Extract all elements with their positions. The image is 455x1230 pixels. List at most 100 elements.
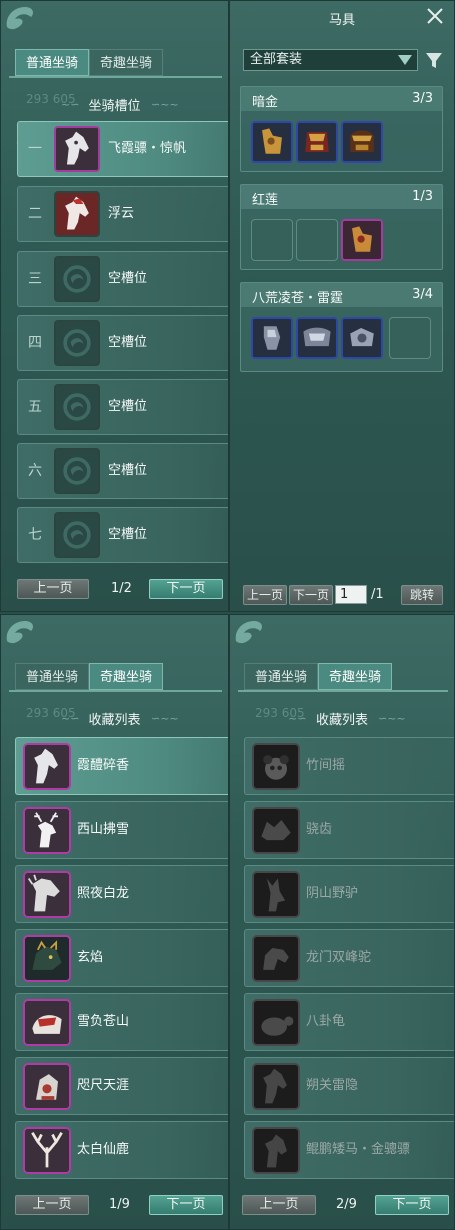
silver-armor-icon[interactable] — [251, 317, 293, 359]
wolf-icon — [252, 807, 300, 854]
silver-bridle-icon[interactable] — [341, 317, 383, 359]
empty-slot-icon — [54, 448, 100, 494]
collection-item[interactable]: 太白仙鹿 — [15, 1121, 228, 1179]
empty-gear-slot[interactable] — [389, 317, 431, 359]
mount-slot-4[interactable]: 四 空槽位 — [17, 315, 228, 371]
prev-page-button[interactable]: 上一页 — [243, 585, 287, 605]
golden-saddle-icon[interactable] — [341, 121, 383, 163]
collection-item[interactable]: 霞醴碎香 — [15, 737, 228, 795]
collection-item[interactable]: 阴山野驴 — [244, 865, 454, 923]
set-count: 1/3 — [412, 189, 433, 204]
slot-index: 二 — [28, 206, 42, 222]
tab-fun-mounts[interactable]: 奇趣坐骑 — [318, 663, 393, 690]
antler-icon — [23, 1127, 71, 1174]
mount-slot-5[interactable]: 五 空槽位 — [17, 379, 228, 435]
harness-set-anjin: 暗金 3/3 — [240, 86, 443, 172]
harness-set-bahuang: 八荒凌苍・雷霆 3/4 — [240, 282, 443, 372]
slot-mount-name: 空槽位 — [108, 271, 148, 286]
collection-item[interactable]: 龙门双峰驼 — [244, 929, 454, 987]
close-icon[interactable] — [424, 5, 446, 27]
section-title: 坐骑槽位 — [88, 99, 141, 114]
mount-slot-6[interactable]: 六 空槽位 — [17, 443, 228, 499]
mount-name: 朔关雷隐 — [306, 1078, 359, 1093]
empty-gear-slot[interactable] — [296, 219, 338, 261]
empty-gear-slot[interactable] — [251, 219, 293, 261]
set-filter-select[interactable]: 全部套装 — [243, 49, 418, 71]
collection-item[interactable]: 朔关雷隐 — [244, 1057, 454, 1115]
mount-slot-2[interactable]: 二 浮云 — [17, 186, 228, 242]
white-horse-icon — [54, 126, 100, 172]
empty-slot-icon — [54, 320, 100, 366]
page-number-input[interactable]: 1 — [335, 585, 367, 604]
slot-mount-name: 浮云 — [108, 206, 135, 221]
section-title: 收藏列表 — [315, 713, 368, 728]
slot-mount-name: 空槽位 — [108, 463, 148, 478]
prev-page-button[interactable]: 上一页 — [242, 1195, 316, 1215]
slot-index: 一 — [28, 141, 42, 157]
collection-item[interactable]: 竹间摇 — [244, 737, 454, 795]
tab-normal-mounts[interactable]: 普通坐骑 — [15, 49, 90, 76]
page-indicator: 1/2 — [111, 581, 132, 596]
mount-slot-panel: 普通坐骑 奇趣坐骑 293 605 ~∽ 坐骑槽位 ∽~~ 一 飞霞骠・惊帆 二… — [0, 0, 229, 612]
next-page-button[interactable]: 下一页 — [289, 585, 333, 605]
mount-slot-3[interactable]: 三 空槽位 — [17, 251, 228, 307]
swirl-ornament-icon: ∽~~ — [151, 712, 179, 725]
camel-icon — [252, 935, 300, 982]
jump-button[interactable]: 跳转 — [401, 585, 443, 605]
mount-name: 雪负苍山 — [77, 1014, 130, 1029]
dragon-ornament-icon — [235, 621, 262, 644]
armored-beast-icon — [23, 999, 71, 1046]
slot-index: 三 — [28, 271, 42, 287]
mount-slot-7[interactable]: 七 空槽位 — [17, 507, 228, 563]
collection-item[interactable]: 骁齿 — [244, 801, 454, 859]
collection-item[interactable]: 西山拂雪 — [15, 801, 228, 859]
collection-item[interactable]: 玄焰 — [15, 929, 228, 987]
white-deer-icon — [23, 807, 71, 854]
prev-page-button[interactable]: 上一页 — [17, 579, 89, 599]
empty-slot-icon — [54, 256, 100, 302]
mount-name: 霞醴碎香 — [77, 758, 130, 773]
collection-item[interactable]: 照夜白龙 — [15, 865, 228, 923]
collection-item[interactable]: 鲲鹏矮马・金骢骠 — [244, 1121, 454, 1179]
collection-item[interactable]: 雪负苍山 — [15, 993, 228, 1051]
red-lotus-bridle-icon[interactable] — [341, 219, 383, 261]
turtle-icon — [252, 999, 300, 1046]
page-indicator: 2/9 — [336, 1197, 357, 1212]
next-page-button[interactable]: 下一页 — [375, 1195, 449, 1215]
mount-name: 玄焰 — [77, 950, 104, 965]
slot-mount-name: 空槽位 — [108, 527, 148, 542]
tab-fun-mounts[interactable]: 奇趣坐骑 — [89, 663, 164, 690]
next-page-button[interactable]: 下一页 — [149, 1195, 223, 1215]
filter-icon[interactable] — [424, 50, 444, 70]
harness-set-honglian: 红莲 1/3 — [240, 184, 443, 270]
dragon-ornament-icon — [6, 621, 33, 644]
empty-slot-icon — [54, 384, 100, 430]
tab-fun-mounts[interactable]: 奇趣坐骑 — [89, 49, 164, 76]
panda-icon — [252, 743, 300, 790]
tab-normal-mounts[interactable]: 普通坐骑 — [244, 663, 319, 690]
page-total: /1 — [371, 587, 384, 602]
mount-name: 龙门双峰驼 — [306, 950, 372, 965]
prev-page-button[interactable]: 上一页 — [15, 1195, 89, 1215]
golden-armor-icon[interactable] — [296, 121, 338, 163]
fun-mount-collection-panel: 普通坐骑 奇趣坐骑 293 605 ~∽ 收藏列表 ∽~~ 霞醴碎香 西山拂雪 … — [0, 614, 229, 1230]
slot-index: 七 — [28, 527, 42, 543]
mount-slot-1[interactable]: 一 飞霞骠・惊帆 — [17, 121, 228, 177]
collection-item[interactable]: 八卦龟 — [244, 993, 454, 1051]
golden-bridle-icon[interactable] — [251, 121, 293, 163]
next-page-button[interactable]: 下一页 — [149, 579, 223, 599]
swirl-ornament-icon: ∽~~ — [151, 98, 179, 111]
set-count: 3/4 — [412, 287, 433, 302]
set-count: 3/3 — [412, 91, 433, 106]
collection-item[interactable]: 咫尺天涯 — [15, 1057, 228, 1115]
dragon-ornament-icon — [6, 7, 33, 30]
chevron-down-icon — [398, 55, 412, 65]
mount-name: 竹间摇 — [306, 758, 346, 773]
mount-name: 太白仙鹿 — [77, 1142, 130, 1157]
slot-index: 五 — [28, 399, 42, 415]
tab-normal-mounts[interactable]: 普通坐骑 — [15, 663, 90, 690]
slot-mount-name: 飞霞骠・惊帆 — [108, 141, 187, 156]
set-name: 红莲 — [252, 193, 279, 208]
mount-name: 八卦龟 — [306, 1014, 346, 1029]
silver-saddle-icon[interactable] — [296, 317, 338, 359]
